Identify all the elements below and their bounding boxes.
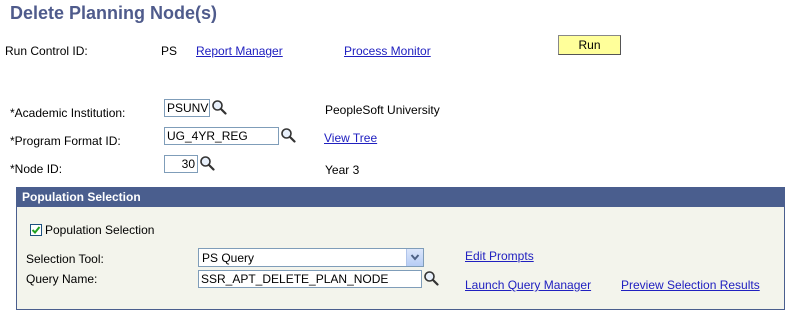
population-selection-header: Population Selection: [17, 188, 784, 207]
select-arrow[interactable]: [406, 249, 423, 266]
magnifier-icon[interactable]: [423, 270, 439, 286]
magnifier-icon[interactable]: [199, 155, 215, 171]
view-tree-link[interactable]: View Tree: [324, 131, 377, 145]
program-format-input[interactable]: UG_4YR_REG: [164, 127, 279, 145]
preview-selection-results-link[interactable]: Preview Selection Results: [621, 278, 760, 292]
checkmark-icon: [31, 226, 41, 234]
node-id-input[interactable]: 30: [164, 155, 198, 173]
edit-prompts-link[interactable]: Edit Prompts: [465, 249, 534, 263]
population-selection-panel: Population Selection Population Selectio…: [16, 187, 785, 310]
run-control-value: PS: [161, 44, 178, 58]
academic-institution-label: *Academic Institution:: [10, 106, 126, 120]
node-id-label: *Node ID:: [10, 162, 63, 176]
run-control-label: Run Control ID:: [5, 44, 88, 58]
magnifier-icon[interactable]: [280, 127, 296, 143]
chevron-down-icon: [410, 254, 420, 261]
run-button[interactable]: Run: [558, 35, 621, 55]
page-title: Delete Planning Node(s): [10, 3, 218, 23]
query-name-label: Query Name:: [26, 272, 98, 286]
institution-description: PeopleSoft University: [325, 103, 440, 117]
selection-tool-select[interactable]: PS Query: [198, 248, 424, 267]
academic-institution-input[interactable]: PSUNV: [164, 99, 210, 117]
query-name-input[interactable]: SSR_APT_DELETE_PLAN_NODE: [198, 270, 422, 288]
population-selection-checkbox[interactable]: [30, 224, 42, 236]
program-format-label: *Program Format ID:: [10, 134, 121, 148]
selection-tool-label: Selection Tool:: [26, 252, 104, 266]
magnifier-icon[interactable]: [211, 99, 227, 115]
node-description: Year 3: [325, 163, 360, 177]
report-manager-link[interactable]: Report Manager: [196, 44, 283, 58]
process-monitor-link[interactable]: Process Monitor: [344, 44, 431, 58]
population-selection-checkbox-label: Population Selection: [45, 223, 155, 237]
launch-query-manager-link[interactable]: Launch Query Manager: [465, 278, 591, 292]
selection-tool-value: PS Query: [202, 251, 255, 265]
